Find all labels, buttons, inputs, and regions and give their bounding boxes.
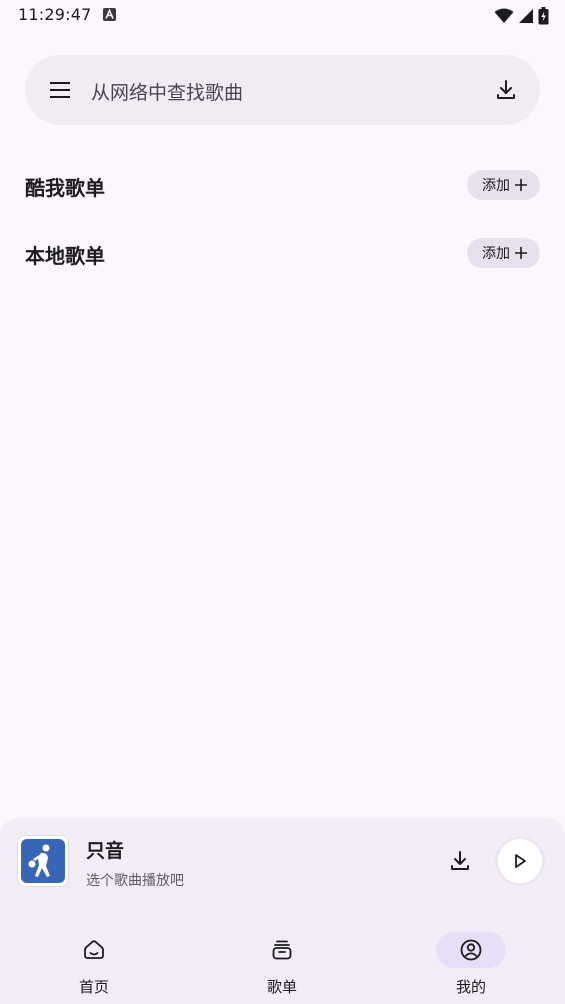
section-title: 本地歌单 bbox=[25, 244, 105, 268]
add-kuwo-playlist-button[interactable]: 添加 bbox=[467, 170, 540, 200]
section-title: 酷我歌单 bbox=[25, 176, 105, 200]
play-icon bbox=[515, 854, 526, 868]
download-icon[interactable] bbox=[448, 849, 472, 873]
track-subtitle: 选个歌曲播放吧 bbox=[86, 873, 184, 889]
nav-item-mine[interactable]: 我的 bbox=[377, 918, 565, 1004]
battery-icon bbox=[538, 7, 549, 25]
nav-label: 歌单 bbox=[266, 978, 297, 996]
download-icon[interactable] bbox=[494, 78, 518, 102]
playlist-icon bbox=[272, 940, 292, 960]
nav-label: 我的 bbox=[455, 978, 486, 996]
status-bar: 11:29:47 bbox=[0, 0, 565, 32]
section-kuwo-playlists: 酷我歌单 添加 bbox=[25, 170, 540, 200]
add-chip-label: 添加 bbox=[482, 178, 510, 194]
nav-item-playlists[interactable]: 歌单 bbox=[188, 918, 376, 1004]
wifi-icon bbox=[494, 8, 514, 23]
mini-player[interactable]: 只音 选个歌曲播放吧 bbox=[0, 818, 565, 918]
nav-item-home[interactable]: 首页 bbox=[0, 918, 188, 1004]
status-time: 11:29:47 bbox=[18, 5, 92, 24]
add-chip-label: 添加 bbox=[482, 246, 510, 262]
track-title: 只音 bbox=[86, 840, 125, 862]
play-button[interactable] bbox=[495, 836, 545, 886]
account-icon bbox=[460, 939, 482, 961]
add-local-playlist-button[interactable]: 添加 bbox=[467, 238, 540, 268]
plus-icon bbox=[515, 247, 527, 259]
bottom-navigation: 首页 歌单 我的 bbox=[0, 918, 565, 1004]
nav-label: 首页 bbox=[78, 978, 109, 996]
notification-a-icon bbox=[103, 8, 116, 21]
search-input[interactable]: 从网络中查找歌曲 bbox=[91, 78, 243, 105]
basketball-player-icon bbox=[21, 839, 65, 883]
plus-icon bbox=[515, 179, 527, 191]
menu-icon[interactable] bbox=[49, 79, 71, 101]
app-screen: 11:29:47 从网络中查找歌曲 酷我歌单 添加 本地歌单 添加 只音 选个歌… bbox=[0, 0, 565, 1004]
section-local-playlists: 本地歌单 添加 bbox=[25, 238, 540, 268]
home-icon bbox=[84, 940, 104, 959]
signal-icon bbox=[519, 9, 533, 23]
search-bar[interactable]: 从网络中查找歌曲 bbox=[25, 55, 540, 125]
album-art[interactable] bbox=[17, 835, 69, 887]
status-icons bbox=[494, 6, 549, 26]
